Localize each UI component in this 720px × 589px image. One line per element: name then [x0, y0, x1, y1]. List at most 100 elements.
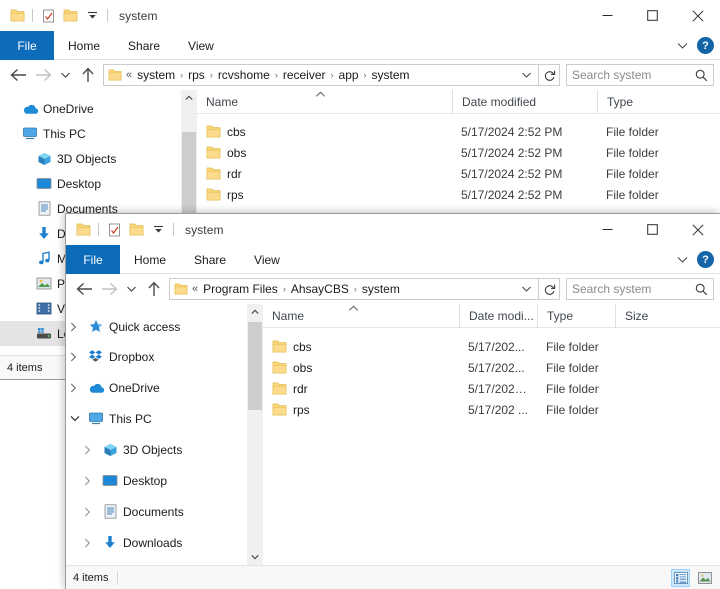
ribbon-tabs-back[interactable]: File Home Share View ? [0, 31, 720, 60]
breadcrumb-front[interactable]: « Program Files › AhsayCBS › system [169, 278, 539, 300]
sidebar-item-onedrive[interactable]: OneDrive [0, 96, 197, 121]
close-button-front[interactable] [675, 214, 720, 245]
search-icon[interactable] [695, 69, 708, 82]
chevron-right-icon[interactable] [84, 538, 100, 548]
refresh-icon[interactable] [539, 278, 560, 300]
breadcrumb-item-3[interactable]: receiver [280, 68, 329, 82]
table-row[interactable]: obs 5/17/202... File folder [263, 357, 720, 378]
titlebar-front[interactable]: system [66, 214, 720, 245]
tab-file-back[interactable]: File [0, 31, 54, 60]
search-icon[interactable] [695, 283, 708, 296]
scroll-up-icon[interactable] [247, 304, 263, 320]
navpane-scroll-track-front[interactable] [247, 320, 263, 549]
folder-icon[interactable] [6, 5, 28, 27]
sidebar-item-documents[interactable]: Documents [66, 496, 263, 527]
back-button-back[interactable] [6, 62, 31, 88]
breadcrumb-item-2[interactable]: system [359, 282, 403, 296]
chevron-down-icon[interactable] [677, 256, 688, 264]
nav-tree-front[interactable]: Quick access Dropbox [66, 304, 263, 565]
caption-buttons-front[interactable] [585, 214, 720, 245]
recent-locations-button-front[interactable] [122, 276, 141, 302]
column-header-date-front[interactable]: Date modi... [459, 304, 537, 328]
sidebar-item-dropbox[interactable]: Dropbox [66, 341, 263, 372]
tab-share-back[interactable]: Share [114, 31, 174, 60]
chevron-right-icon[interactable] [70, 352, 86, 362]
column-header-date-back[interactable]: Date modified [452, 90, 597, 114]
breadcrumb-item-1[interactable]: rps [185, 68, 208, 82]
chevron-right-icon[interactable] [84, 507, 100, 517]
column-headers-back[interactable]: Name Date modified Type [197, 90, 720, 114]
breadcrumb-separator-0[interactable]: › [281, 284, 288, 294]
sidebar-item-3d-objects[interactable]: 3D Objects [66, 434, 263, 465]
tab-home-front[interactable]: Home [120, 245, 180, 274]
chevron-right-icon[interactable] [70, 322, 86, 332]
chevron-right-icon[interactable] [84, 476, 100, 486]
breadcrumb-overflow-icon[interactable]: « [192, 283, 198, 295]
details-view-icon[interactable] [671, 569, 690, 587]
sidebar-item-music[interactable]: Music [66, 558, 263, 565]
address-bar-front[interactable]: « Program Files › AhsayCBS › system Sear… [66, 274, 720, 304]
properties-icon[interactable] [37, 5, 59, 27]
tab-file-front[interactable]: File [66, 245, 120, 274]
breadcrumb-item-0[interactable]: Program Files [200, 282, 281, 296]
titlebar-back[interactable]: system [0, 0, 720, 31]
large-icons-view-icon[interactable] [695, 569, 714, 587]
search-input-back[interactable]: Search system [566, 64, 714, 86]
sidebar-item-3d-objects[interactable]: 3D Objects [0, 146, 197, 171]
customize-dropdown-icon[interactable] [81, 5, 103, 27]
scroll-up-icon[interactable] [181, 90, 197, 106]
minimize-button-front[interactable] [585, 214, 630, 245]
chevron-right-icon[interactable] [70, 383, 86, 393]
table-row[interactable]: cbs 5/17/202... File folder [263, 336, 720, 357]
maximize-button-front[interactable] [630, 214, 675, 245]
column-header-type-front[interactable]: Type [537, 304, 615, 328]
scroll-down-icon[interactable] [247, 549, 263, 565]
navpane-scroll-thumb-front[interactable] [248, 322, 262, 410]
sidebar-item-this-pc[interactable]: This PC [0, 121, 197, 146]
breadcrumb-item-2[interactable]: rcvshome [215, 68, 273, 82]
ribbon-right-front[interactable]: ? [677, 245, 714, 274]
new-folder-icon[interactable] [59, 5, 81, 27]
table-row[interactable]: rdr 5/17/202… File folder [263, 378, 720, 399]
explorer-window-front[interactable]: system File Home Share View [65, 213, 720, 589]
table-row[interactable]: rdr 5/17/2024 2:52 PM File folder [197, 163, 720, 184]
column-headers-front[interactable]: Name Date modi... Type Size [263, 304, 720, 328]
address-dropdown-icon[interactable] [521, 71, 538, 79]
tab-home-back[interactable]: Home [54, 31, 114, 60]
breadcrumb-separator-1[interactable]: › [352, 284, 359, 294]
ribbon-tabs-front[interactable]: File Home Share View ? [66, 245, 720, 274]
tab-share-front[interactable]: Share [180, 245, 240, 274]
breadcrumb-back[interactable]: « system › rps › rcvshome › receiver › a… [103, 64, 539, 86]
file-list-front[interactable]: Name Date modi... Type Size [263, 304, 720, 565]
breadcrumb-item-5[interactable]: system [369, 68, 413, 82]
tab-view-front[interactable]: View [240, 245, 294, 274]
table-row[interactable]: rps 5/17/202 ... File folder [263, 399, 720, 420]
sidebar-item-downloads[interactable]: Downloads [66, 527, 263, 558]
breadcrumb-separator-0[interactable]: › [178, 70, 185, 80]
table-row[interactable]: obs 5/17/2024 2:52 PM File folder [197, 142, 720, 163]
quick-access-toolbar-back[interactable] [6, 5, 112, 27]
up-button-back[interactable] [75, 62, 100, 88]
help-icon[interactable]: ? [697, 251, 714, 268]
table-row[interactable]: cbs 5/17/2024 2:52 PM File folder [197, 121, 720, 142]
sidebar-item-onedrive[interactable]: OneDrive [66, 372, 263, 403]
ribbon-right-back[interactable]: ? [677, 31, 714, 60]
minimize-button-back[interactable] [585, 0, 630, 31]
address-bar-back[interactable]: « system › rps › rcvshome › receiver › a… [0, 60, 720, 90]
refresh-icon[interactable] [539, 64, 560, 86]
chevron-down-icon[interactable] [70, 415, 86, 422]
table-row[interactable]: rps 5/17/2024 2:52 PM File folder [197, 184, 720, 205]
quick-access-toolbar-front[interactable] [72, 219, 178, 241]
address-dropdown-icon[interactable] [521, 285, 538, 293]
up-button-front[interactable] [141, 276, 166, 302]
sidebar-item-quick-access[interactable]: Quick access [66, 312, 263, 341]
help-icon[interactable]: ? [697, 37, 714, 54]
breadcrumb-item-1[interactable]: AhsayCBS [288, 282, 352, 296]
sidebar-item-desktop[interactable]: Desktop [0, 171, 197, 196]
tab-view-back[interactable]: View [174, 31, 228, 60]
view-buttons-front[interactable] [671, 569, 714, 587]
breadcrumb-overflow-icon[interactable]: « [126, 69, 132, 81]
folder-icon[interactable] [72, 219, 94, 241]
close-button-back[interactable] [675, 0, 720, 31]
column-header-name-front[interactable]: Name [263, 304, 459, 328]
